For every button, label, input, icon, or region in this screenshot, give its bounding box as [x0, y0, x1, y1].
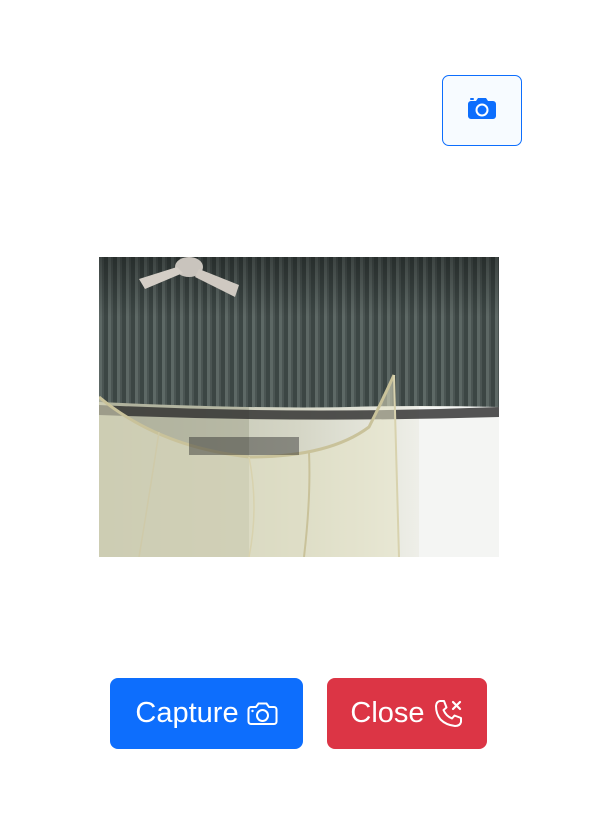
close-button[interactable]: Close	[327, 678, 487, 749]
camera-page: Capture Close	[0, 0, 597, 820]
capture-button[interactable]: Capture	[110, 678, 303, 749]
camera-flip-icon	[467, 96, 497, 125]
camera-preview	[99, 257, 499, 557]
camera-icon	[247, 701, 278, 726]
close-label: Close	[350, 697, 425, 729]
switch-camera-button[interactable]	[442, 75, 522, 146]
camera-feed-image	[99, 257, 499, 557]
phone-x-icon	[433, 698, 464, 729]
capture-label: Capture	[135, 697, 239, 729]
